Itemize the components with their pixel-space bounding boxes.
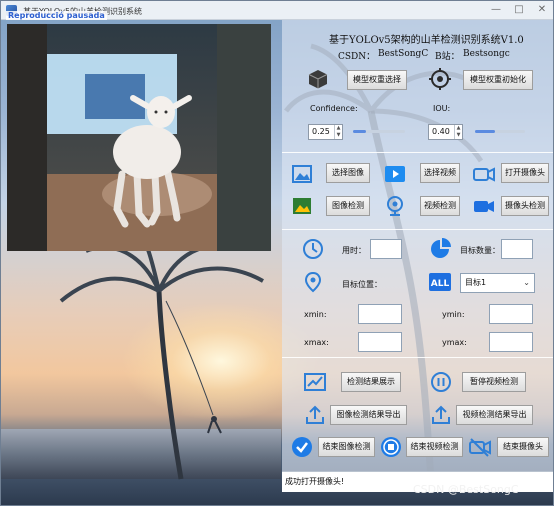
playback-overlay-label: Reproducció pausada (6, 11, 107, 20)
select-image-button[interactable]: 选择图像 (326, 163, 370, 183)
ymax-field (489, 332, 533, 352)
xmax-field (358, 332, 402, 352)
status-message: 成功打开摄像头! (285, 477, 345, 486)
app-window: 基于YOLOv5的山羊检测识别系统 — □ ✕ Reproducció paus… (0, 0, 554, 506)
upload-icon (306, 405, 324, 424)
divider (282, 229, 553, 230)
confidence-slider-track[interactable] (353, 130, 405, 133)
confidence-label: Confidence: (310, 104, 358, 113)
video-detect-button[interactable]: 视频检测 (420, 196, 460, 216)
iou-label: IOU: (433, 104, 451, 113)
iou-spinbox[interactable]: 0.40 ▲ ▼ (428, 124, 463, 140)
camera-off-icon (469, 438, 491, 457)
divider (282, 152, 553, 153)
spin-arrows-icon[interactable]: ▲ ▼ (454, 125, 462, 139)
iou-slider-track[interactable] (475, 130, 525, 133)
stop-circle-icon (381, 437, 401, 457)
end-camera-button[interactable]: 结束摄像头 (497, 437, 549, 457)
bili-label: B站： (435, 52, 460, 62)
video-play-icon (385, 166, 405, 182)
xmin-label: xmin: (304, 310, 327, 319)
maximize-button[interactable]: □ (508, 3, 530, 17)
divider (282, 357, 553, 358)
upload-icon (432, 405, 450, 424)
cube-icon (308, 70, 328, 89)
export-image-results-button[interactable]: 图像检测结果导出 (330, 405, 407, 425)
time-label: 用时： (342, 246, 366, 255)
xmin-field (358, 304, 402, 324)
svg-text:ALL: ALL (431, 279, 450, 289)
ymin-label: ymin: (442, 310, 465, 319)
image-icon (292, 165, 312, 183)
image-detect-button[interactable]: 图像检测 (326, 196, 370, 216)
watermark-text: CSDN @BestSongC (413, 483, 519, 496)
csdn-label: CSDN： (338, 52, 376, 62)
camera-icon (473, 167, 495, 182)
clock-icon (303, 239, 323, 259)
confidence-slider-fill (353, 130, 366, 133)
iou-value: 0.40 (432, 127, 450, 136)
check-circle-icon (292, 437, 312, 457)
end-video-detect-button[interactable]: 结束视频检测 (406, 437, 463, 457)
video-camera-icon (474, 201, 494, 212)
line-chart-icon (304, 373, 326, 391)
location-pin-icon (304, 271, 322, 293)
count-label: 目标数量： (460, 246, 500, 255)
all-icon: ALL (429, 273, 451, 291)
spin-arrows-icon[interactable]: ▲ ▼ (334, 125, 342, 139)
system-title: 基于YOLOv5架构的山羊检测识别系统V1.0 (329, 35, 524, 46)
end-image-detect-button[interactable]: 结束图像检测 (318, 437, 375, 457)
export-video-results-button[interactable]: 视频检测结果导出 (456, 405, 533, 425)
open-camera-button[interactable]: 打开摄像头 (501, 163, 549, 183)
iou-slider-fill (475, 130, 495, 133)
pause-icon (431, 372, 451, 392)
model-weight-init-button[interactable]: 模型权重初始化 (463, 70, 533, 90)
confidence-spinbox[interactable]: 0.25 ▲ ▼ (308, 124, 343, 140)
pause-video-detect-button[interactable]: 暂停视频检测 (462, 372, 526, 392)
target-icon (429, 68, 451, 90)
target-select-value: 目标1 (465, 278, 487, 287)
csdn-value: BestSongC (378, 49, 429, 59)
count-field (501, 239, 533, 259)
ymax-label: ymax: (442, 338, 467, 347)
goat-frame-image (7, 24, 271, 251)
time-field (370, 239, 402, 259)
chevron-down-icon: ⌄ (523, 278, 530, 287)
minimize-button[interactable]: — (485, 3, 507, 17)
pie-chart-icon (431, 238, 451, 258)
image-gallery-icon (293, 198, 311, 214)
close-button[interactable]: ✕ (531, 3, 553, 17)
position-label: 目标位置： (342, 280, 382, 289)
bili-value: Bestsongc (463, 49, 510, 59)
video-display (7, 24, 271, 251)
background-sea (1, 429, 281, 479)
target-select-dropdown[interactable]: 目标1 ⌄ (460, 273, 535, 293)
model-weight-select-button[interactable]: 模型权重选择 (347, 70, 407, 90)
webcam-icon (387, 196, 403, 216)
camera-detect-button[interactable]: 摄像头检测 (501, 196, 549, 216)
confidence-value: 0.25 (312, 127, 330, 136)
show-results-button[interactable]: 检测结果展示 (341, 372, 401, 392)
ymin-field (489, 304, 533, 324)
select-video-button[interactable]: 选择视频 (420, 163, 460, 183)
xmax-label: xmax: (304, 338, 329, 347)
